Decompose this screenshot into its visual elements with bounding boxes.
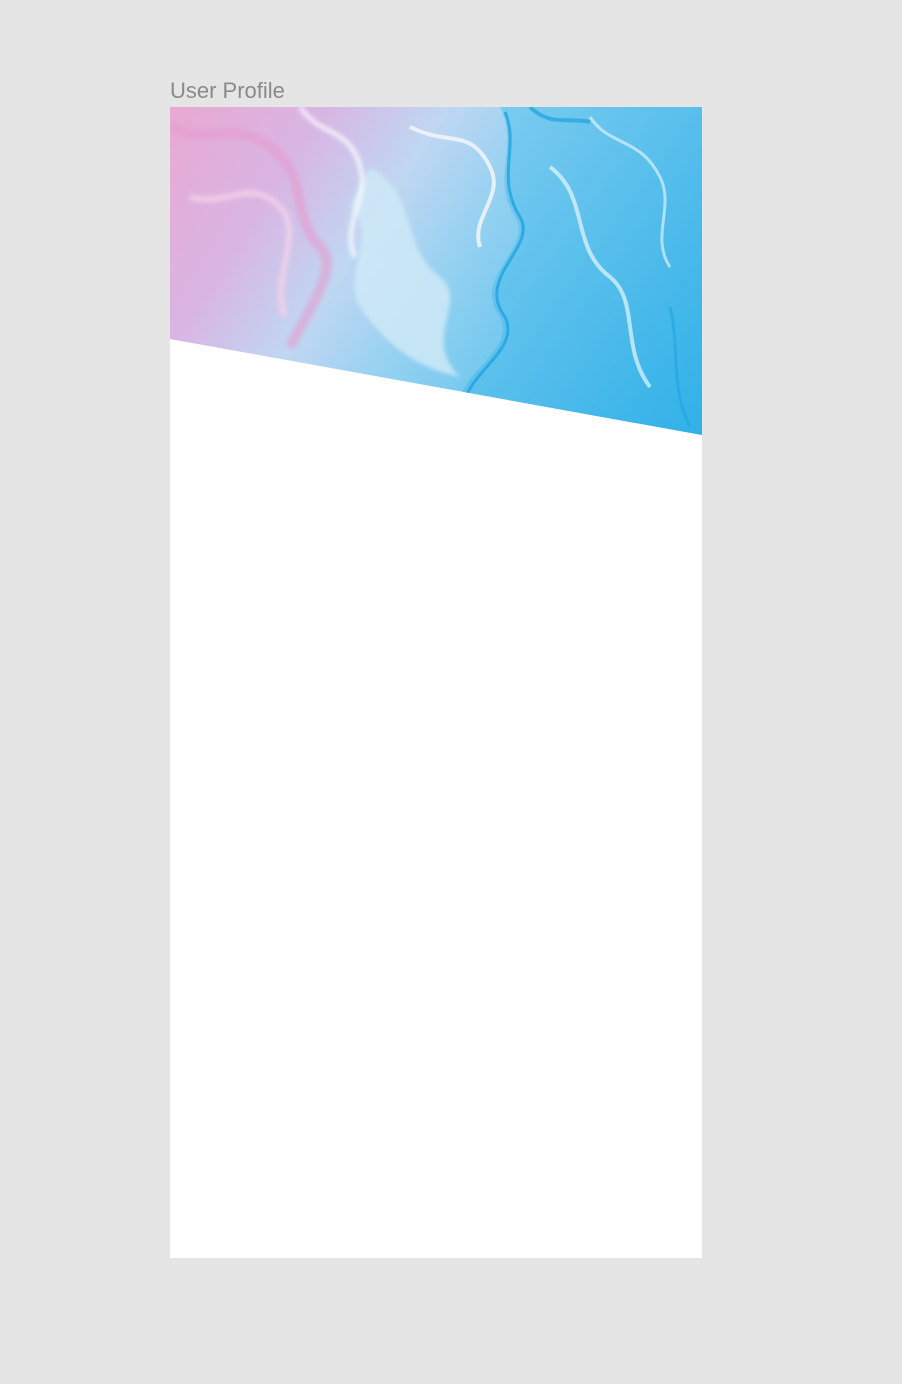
cover-image (170, 107, 702, 435)
user-profile-frame[interactable] (170, 107, 702, 1258)
design-canvas: User Profile (0, 0, 902, 1384)
frame-title[interactable]: User Profile (170, 78, 285, 104)
profile-content-area (170, 437, 702, 1258)
